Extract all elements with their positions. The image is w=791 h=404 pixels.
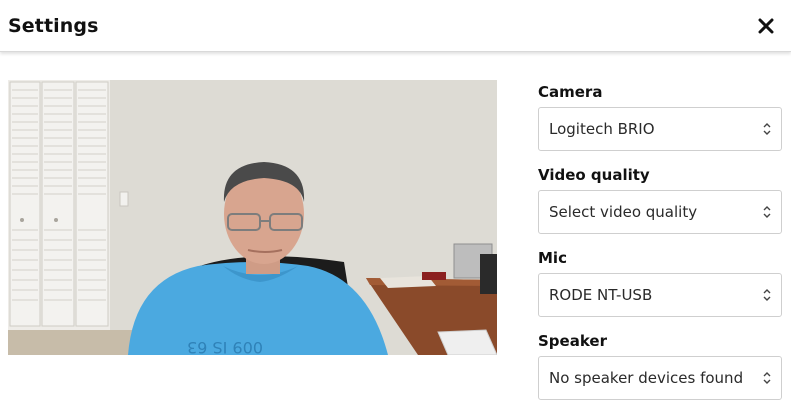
mic-label: Mic [538,249,567,267]
close-button[interactable] [755,15,777,37]
chevron-up-down-icon [762,205,772,219]
svg-text:009 IS 63: 009 IS 63 [187,338,263,355]
page-title: Settings [8,14,99,37]
close-icon [758,18,774,33]
speaker-select[interactable]: No speaker devices found [538,356,782,400]
mic-select-value: RODE NT-USB [549,286,653,304]
dialog-header: Settings [0,0,791,52]
video-quality-select-value: Select video quality [549,203,698,221]
camera-select[interactable]: Logitech BRIO [538,107,782,151]
chevron-up-down-icon [762,288,772,302]
speaker-select-value: No speaker devices found [549,369,744,387]
video-quality-label: Video quality [538,166,650,184]
speaker-label: Speaker [538,332,607,350]
mic-select[interactable]: RODE NT-USB [538,273,782,317]
camera-preview: 009 IS 63 [8,80,497,355]
webcam-preview-image: 009 IS 63 [8,80,497,355]
camera-select-value: Logitech BRIO [549,120,655,138]
video-quality-select[interactable]: Select video quality [538,190,782,234]
camera-label: Camera [538,83,603,101]
chevron-up-down-icon [762,122,772,136]
device-settings-panel: Camera Logitech BRIO Video quality Selec… [538,80,782,404]
chevron-up-down-icon [762,371,772,385]
